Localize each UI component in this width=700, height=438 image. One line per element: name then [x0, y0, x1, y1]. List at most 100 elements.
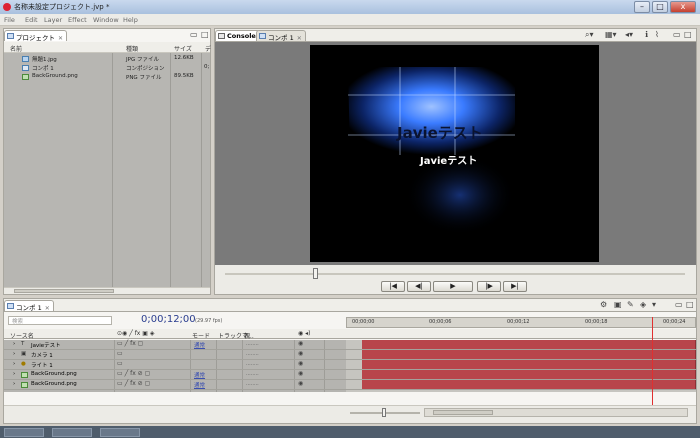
- timeline-scrollbar[interactable]: [424, 408, 688, 417]
- layer-bar[interactable]: [362, 340, 696, 349]
- tab-timeline-label: コンポ 1: [16, 304, 42, 312]
- table-row[interactable]: › BackGround.png ▭ ╱ fx ⊘ ▢ 通常 ........ …: [4, 370, 696, 380]
- taskbar-item[interactable]: [100, 428, 140, 437]
- minimize-icon[interactable]: ▭: [190, 30, 198, 39]
- info-icon[interactable]: ℹ: [645, 30, 648, 39]
- project-icon: [7, 33, 14, 39]
- tab-console[interactable]: Console: [215, 30, 260, 41]
- list-item[interactable]: 無題1.jpg JPG ファイル 12.6KB: [4, 55, 210, 63]
- close-icon[interactable]: ✕: [58, 35, 63, 42]
- layer-name[interactable]: カメラ 1: [31, 351, 53, 359]
- eye-icon[interactable]: ◉: [298, 380, 303, 387]
- table-row[interactable]: › ● ライト 1 ▭ ........ ◉: [4, 360, 696, 370]
- composition-icon: [7, 303, 14, 309]
- parent-select[interactable]: ........: [246, 361, 259, 367]
- blend-mode[interactable]: 通常: [194, 341, 205, 349]
- scroll-thumb[interactable]: [14, 289, 114, 293]
- timecode-display[interactable]: 0;00;12;00: [141, 314, 196, 325]
- blend-mode[interactable]: 通常: [194, 371, 205, 379]
- blend-mode[interactable]: 通常: [194, 381, 205, 389]
- composition-settings-icon[interactable]: ▣: [614, 300, 622, 309]
- tag-icon[interactable]: ◈: [640, 300, 646, 309]
- layer-switches[interactable]: ▭: [117, 360, 123, 367]
- menu-layer[interactable]: Layer: [44, 16, 62, 24]
- preview-canvas[interactable]: Javieテスト Javieテスト: [310, 45, 599, 262]
- taskbar-item[interactable]: [52, 428, 92, 437]
- close-button[interactable]: x: [670, 1, 696, 13]
- parent-select[interactable]: ........: [246, 341, 259, 347]
- expand-icon[interactable]: ›: [13, 371, 15, 377]
- tool-icon[interactable]: ✎: [627, 300, 634, 309]
- layer-switches[interactable]: ▭ ╱ fx ▢: [117, 340, 143, 347]
- layer-bar[interactable]: [362, 360, 696, 369]
- taskbar-item[interactable]: [4, 428, 44, 437]
- close-icon[interactable]: ✕: [45, 305, 50, 312]
- project-scrollbar[interactable]: [4, 287, 210, 294]
- maximize-icon[interactable]: □: [201, 30, 209, 39]
- maximize-icon[interactable]: □: [684, 30, 692, 39]
- layer-switches[interactable]: ▭: [117, 350, 123, 357]
- col-name[interactable]: 名前: [10, 44, 22, 53]
- menu-file[interactable]: File: [4, 16, 15, 24]
- maximize-button[interactable]: □: [652, 1, 668, 13]
- tab-timeline[interactable]: コンポ 1 ✕: [4, 300, 54, 312]
- table-row[interactable]: › BackGround.png ▭ ╱ fx ⊘ ▢ 通常 ........ …: [4, 380, 696, 390]
- eye-icon[interactable]: ◉: [298, 350, 303, 357]
- time-slider-track[interactable]: [225, 273, 685, 275]
- tab-composition[interactable]: コンポ 1 ✕: [256, 30, 306, 42]
- go-to-start-button[interactable]: |◀: [381, 281, 405, 292]
- audio-icon[interactable]: ◂▾: [625, 30, 633, 39]
- title-bar: 名称未設定プロジェクト.jvp * – □ x: [0, 0, 700, 14]
- parent-select[interactable]: ........: [246, 351, 259, 357]
- search-input[interactable]: 検索: [8, 316, 112, 325]
- close-icon[interactable]: ✕: [297, 35, 302, 42]
- step-back-button[interactable]: ◀|: [407, 281, 431, 292]
- pin-icon[interactable]: ⌇: [655, 30, 659, 39]
- list-item[interactable]: BackGround.png PNG ファイル 89.5KB: [4, 73, 210, 81]
- layer-bar[interactable]: [362, 370, 696, 379]
- zoom-thumb[interactable]: [382, 408, 386, 417]
- settings-icon[interactable]: ⚙: [600, 300, 607, 309]
- menu-icon[interactable]: ▾: [652, 300, 656, 309]
- list-item[interactable]: コンポ 1 コンポジション 0;: [4, 64, 210, 72]
- parent-select[interactable]: ........: [246, 381, 259, 387]
- parent-select[interactable]: ........: [246, 371, 259, 377]
- layer-bar[interactable]: [362, 350, 696, 359]
- table-row[interactable]: › ▣ カメラ 1 ▭ ........ ◉: [4, 350, 696, 360]
- layer-name[interactable]: ライト 1: [31, 361, 53, 369]
- time-slider-thumb[interactable]: [313, 268, 318, 279]
- menu-edit[interactable]: Edit: [25, 16, 38, 24]
- eye-icon[interactable]: ◉: [298, 370, 303, 377]
- playhead[interactable]: [652, 317, 653, 412]
- col-size[interactable]: サイズ: [174, 44, 192, 53]
- tab-project[interactable]: プロジェクト ✕: [4, 30, 68, 42]
- expand-icon[interactable]: ›: [13, 381, 15, 387]
- play-button[interactable]: ▶: [433, 281, 473, 292]
- minimize-icon[interactable]: ▭: [675, 300, 683, 309]
- menu-effect[interactable]: Effect: [68, 16, 87, 24]
- menu-window[interactable]: Window: [93, 16, 119, 24]
- expand-icon[interactable]: ›: [13, 361, 15, 367]
- minimize-icon[interactable]: ▭: [673, 30, 681, 39]
- layout-icon[interactable]: ▦▾: [605, 30, 617, 39]
- table-row[interactable]: › T Javieテスト ▭ ╱ fx ▢ 通常 ........ ◉: [4, 340, 696, 350]
- step-forward-button[interactable]: |▶: [477, 281, 501, 292]
- zoom-icon[interactable]: ⌕▾: [585, 30, 594, 40]
- layer-bar[interactable]: [362, 380, 696, 389]
- layer-switches[interactable]: ▭ ╱ fx ⊘ ▢: [117, 370, 150, 377]
- minimize-button[interactable]: –: [634, 1, 650, 13]
- expand-icon[interactable]: ›: [13, 341, 15, 347]
- maximize-icon[interactable]: □: [686, 300, 694, 309]
- layer-name[interactable]: BackGround.png: [31, 381, 77, 387]
- expand-icon[interactable]: ›: [13, 351, 15, 357]
- menu-help[interactable]: Help: [123, 16, 138, 24]
- scroll-thumb[interactable]: [433, 410, 493, 415]
- layer-name[interactable]: BackGround.png: [31, 371, 77, 377]
- image-icon: [21, 372, 28, 378]
- eye-icon[interactable]: ◉: [298, 340, 303, 347]
- layer-name[interactable]: Javieテスト: [31, 341, 61, 349]
- eye-icon[interactable]: ◉: [298, 360, 303, 367]
- col-type[interactable]: 種類: [126, 44, 138, 53]
- go-to-end-button[interactable]: ▶|: [503, 281, 527, 292]
- layer-switches[interactable]: ▭ ╱ fx ⊘ ▢: [117, 380, 150, 387]
